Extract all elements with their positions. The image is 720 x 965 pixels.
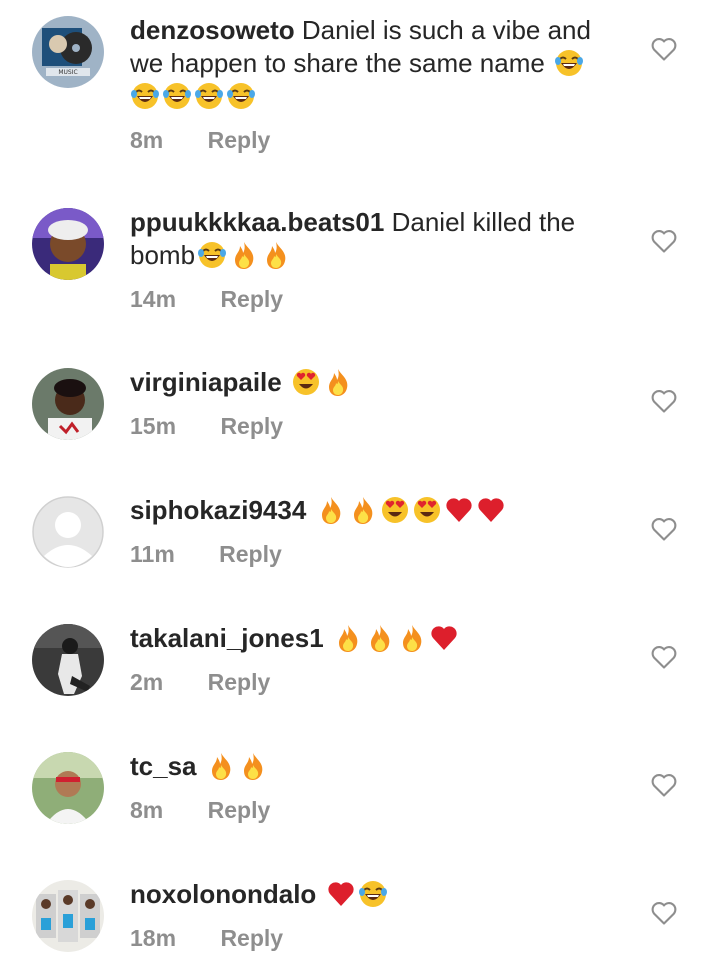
comment-text: siphokazi9434 [130,494,620,527]
comment-timestamp: 11m [130,541,175,567]
comment-meta: 8m Reply [130,127,620,154]
comment-timestamp: 14m [130,286,177,312]
fire-emoji-icon [238,751,268,781]
comment-timestamp: 18m [130,925,177,951]
comment-text: ppuukkkkaa.beats01 Daniel killed the bom… [130,206,620,272]
reply-button[interactable]: Reply [208,127,271,153]
comment-timestamp: 2m [130,669,164,695]
laugh-emoji-icon [358,879,388,909]
comment-meta: 8m Reply [130,797,620,824]
comment-meta: 15m Reply [130,413,620,440]
comment-username[interactable]: siphokazi9434 [130,495,306,525]
fire-emoji-icon [316,495,346,525]
heart-eyes-emoji-icon [291,367,321,397]
reply-button[interactable]: Reply [219,541,282,567]
comment-username[interactable]: tc_sa [130,751,197,781]
like-heart-icon[interactable] [650,36,678,62]
comment-meta: 14m Reply [130,286,620,313]
avatar[interactable] [32,752,104,824]
comment-meta: 2m Reply [130,669,620,696]
comment-text: virginiapaile [130,366,620,399]
reply-button[interactable]: Reply [220,925,283,951]
laugh-emoji-icon [130,81,160,111]
comment-meta: 18m Reply [130,925,620,952]
comment-meta: 11m Reply [130,541,620,568]
red-heart-emoji-icon [444,495,474,525]
heart-eyes-emoji-icon [380,495,410,525]
fire-emoji-icon [323,367,353,397]
comment-text: denzosoweto Daniel is such a vibe and we… [130,14,620,113]
like-heart-icon[interactable] [650,388,678,414]
laugh-emoji-icon [197,240,227,270]
like-heart-icon[interactable] [650,516,678,542]
comment-text: tc_sa [130,750,620,783]
fire-emoji-icon [206,751,236,781]
avatar[interactable] [32,368,104,440]
fire-emoji-icon [348,495,378,525]
comment-username[interactable]: noxolonondalo [130,879,316,909]
fire-emoji-icon [333,623,363,653]
red-heart-emoji-icon [429,623,459,653]
avatar[interactable] [32,880,104,952]
red-heart-emoji-icon [326,879,356,909]
avatar[interactable] [32,496,104,568]
comment-username[interactable]: takalani_jones1 [130,623,324,653]
like-heart-icon[interactable] [650,644,678,670]
comment-timestamp: 8m [130,127,164,153]
reply-button[interactable]: Reply [208,797,271,823]
like-heart-icon[interactable] [650,900,678,926]
comment-username[interactable]: denzosoweto [130,15,295,45]
fire-emoji-icon [397,623,427,653]
reply-button[interactable]: Reply [208,669,271,695]
like-heart-icon[interactable] [650,772,678,798]
like-heart-icon[interactable] [650,228,678,254]
avatar[interactable] [32,208,104,280]
avatar[interactable]: MUSIC [32,16,104,88]
fire-emoji-icon [365,623,395,653]
comment-username[interactable]: ppuukkkkaa.beats01 [130,207,384,237]
fire-emoji-icon [261,240,291,270]
heart-eyes-emoji-icon [412,495,442,525]
comment-timestamp: 8m [130,797,164,823]
reply-button[interactable]: Reply [220,413,283,439]
comment-timestamp: 15m [130,413,177,439]
comment-text: takalani_jones1 [130,622,620,655]
fire-emoji-icon [229,240,259,270]
comment-text: noxolonondalo [130,878,620,911]
laugh-emoji-icon [194,81,224,111]
laugh-emoji-icon [226,81,256,111]
avatar-text: MUSIC [58,69,77,76]
comment-username[interactable]: virginiapaile [130,367,282,397]
laugh-emoji-icon [554,48,584,78]
avatar[interactable] [32,624,104,696]
red-heart-emoji-icon [476,495,506,525]
laugh-emoji-icon [162,81,192,111]
reply-button[interactable]: Reply [220,286,283,312]
